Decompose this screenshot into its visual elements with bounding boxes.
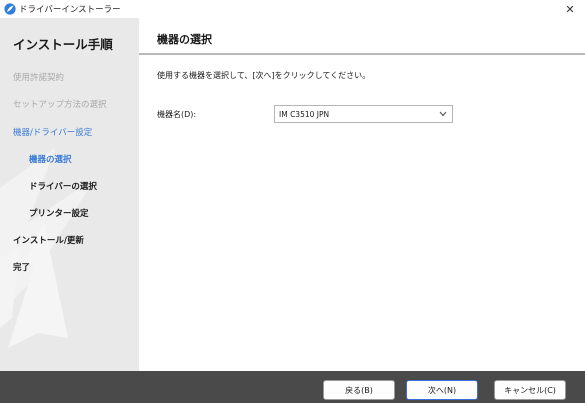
main-panel: 機器の選択 使用する機器を選択して、[次へ]をクリックしてください。 機器名(D… [139, 18, 585, 371]
device-name-label: 機器名(D): [157, 110, 197, 119]
substep-select-driver: ドライバーの選択 [29, 182, 97, 192]
next-button[interactable]: 次へ(N) [406, 380, 478, 400]
step-install-update: インストール/更新 [13, 236, 84, 246]
step-license-agreement: 使用許諾契約 [13, 73, 65, 83]
step-setup-method: セットアップ方法の選択 [13, 100, 107, 110]
substep-printer-settings: プリンター設定 [29, 209, 89, 219]
device-name-value: IM C3510 JPN [279, 109, 330, 119]
step-complete: 完了 [13, 263, 31, 273]
steps-sidebar: インストール手順 使用許諾契約 セットアップ方法の選択 機器/ドライバー設定 機… [0, 18, 139, 371]
back-button[interactable]: 戻る(B) [323, 380, 395, 400]
window-title: ドライバーインストーラー [19, 5, 121, 15]
installer-feather-icon [4, 3, 16, 15]
cancel-button[interactable]: キャンセル(C) [494, 380, 566, 400]
device-name-select[interactable]: IM C3510 JPN [274, 105, 453, 123]
instruction-text: 使用する機器を選択して、[次へ]をクリックしてください。 [157, 71, 371, 80]
footer-bar: 戻る(B) 次へ(N) キャンセル(C) [0, 371, 585, 403]
chevron-down-icon [439, 111, 447, 117]
title-divider [139, 53, 585, 55]
title-bar: ドライバーインストーラー ✕ [0, 0, 585, 18]
substep-select-device: 機器の選択 [29, 155, 72, 165]
step-device-driver-settings: 機器/ドライバー設定 [13, 128, 93, 138]
close-button[interactable]: ✕ [555, 0, 585, 18]
page-title: 機器の選択 [157, 33, 212, 46]
close-icon: ✕ [565, 2, 575, 16]
steps-heading: インストール手順 [13, 37, 113, 52]
